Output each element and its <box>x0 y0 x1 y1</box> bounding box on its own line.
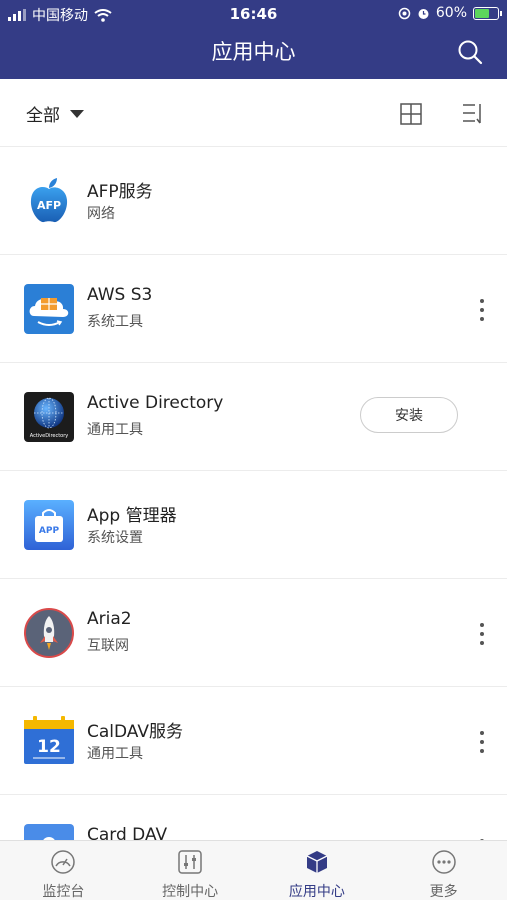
category-filter-dropdown[interactable]: 全部 <box>26 101 84 126</box>
active-directory-icon: ActiveDirectory <box>24 392 74 442</box>
tab-label: 应用中心 <box>288 884 345 900</box>
apple-icon: AFP <box>30 178 68 223</box>
page-title: 应用中心 <box>211 40 296 64</box>
more-options-icon[interactable] <box>478 299 486 321</box>
app-name: Aria2 <box>87 609 132 629</box>
more-options-icon[interactable] <box>478 731 486 753</box>
bottom-tab-bar: 监控台 控制中心 应用中心 更多 <box>0 840 507 900</box>
list-item[interactable]: 12 CalDAV服务 通用工具 <box>0 687 507 795</box>
battery-icon <box>473 6 502 20</box>
filter-label: 全部 <box>26 106 60 126</box>
app-name: App 管理器 <box>87 506 177 526</box>
svg-text:ActiveDirectory: ActiveDirectory <box>30 433 69 439</box>
app-category: 系统设置 <box>87 530 143 546</box>
list-item[interactable]: Aria2 互联网 <box>0 579 507 687</box>
tab-monitor[interactable]: 监控台 <box>0 841 127 900</box>
tab-label: 监控台 <box>42 884 85 900</box>
battery-percent: 60% <box>435 5 467 21</box>
app-manager-icon: APP <box>24 500 74 550</box>
app-name: CalDAV服务 <box>87 722 183 742</box>
sliders-icon <box>178 850 202 874</box>
app-name: AWS S3 <box>87 285 153 305</box>
install-button[interactable]: 安装 <box>360 397 458 433</box>
more-circle-icon <box>431 850 456 874</box>
tab-app-center[interactable]: 应用中心 <box>254 841 381 900</box>
svg-text:AFP: AFP <box>37 199 61 212</box>
app-name: AFP服务 <box>87 182 153 202</box>
app-category: 网络 <box>87 206 115 222</box>
list-item[interactable]: Card DAV <box>0 795 507 840</box>
app-header: 中国移动 16:46 60% 应用中心 <box>0 0 507 79</box>
alarm-icon <box>418 8 429 19</box>
tab-label: 更多 <box>429 884 458 900</box>
list-item[interactable]: AFP AFP服务 网络 <box>0 147 507 255</box>
rocket-icon <box>24 608 74 658</box>
app-category: 通用工具 <box>87 422 143 438</box>
status-bar: 中国移动 16:46 60% <box>0 0 507 28</box>
app-list: AFP AFP服务 网络 AWS S3 系统工具 ActiveDirectory… <box>0 147 507 840</box>
app-category: 通用工具 <box>87 746 143 762</box>
gauge-icon <box>51 850 76 874</box>
svg-text:APP: APP <box>39 526 60 536</box>
tab-label: 控制中心 <box>162 884 219 900</box>
tab-more[interactable]: 更多 <box>380 841 507 900</box>
carddav-icon <box>24 824 74 840</box>
filter-bar: 全部 <box>0 79 507 147</box>
app-category: 互联网 <box>87 638 129 654</box>
sort-icon[interactable] <box>460 101 486 127</box>
more-options-icon[interactable] <box>478 623 486 645</box>
aws-s3-icon <box>24 284 74 334</box>
list-item[interactable]: ActiveDirectory Active Directory 通用工具 安装 <box>0 363 507 471</box>
rotation-lock-icon <box>398 7 411 19</box>
calendar-icon: 12 <box>24 716 74 764</box>
tab-control-center[interactable]: 控制中心 <box>127 841 254 900</box>
list-item[interactable]: APP App 管理器 系统设置 <box>0 471 507 579</box>
app-category: 系统工具 <box>87 314 143 330</box>
svg-text:12: 12 <box>37 737 61 757</box>
search-icon[interactable] <box>457 39 483 65</box>
app-name: Active Directory <box>87 393 224 413</box>
list-item[interactable]: AWS S3 系统工具 <box>0 255 507 363</box>
caret-down-icon <box>70 109 84 118</box>
grid-view-icon[interactable] <box>400 103 422 125</box>
cube-icon <box>306 851 328 873</box>
app-name: Card DAV <box>87 825 168 840</box>
